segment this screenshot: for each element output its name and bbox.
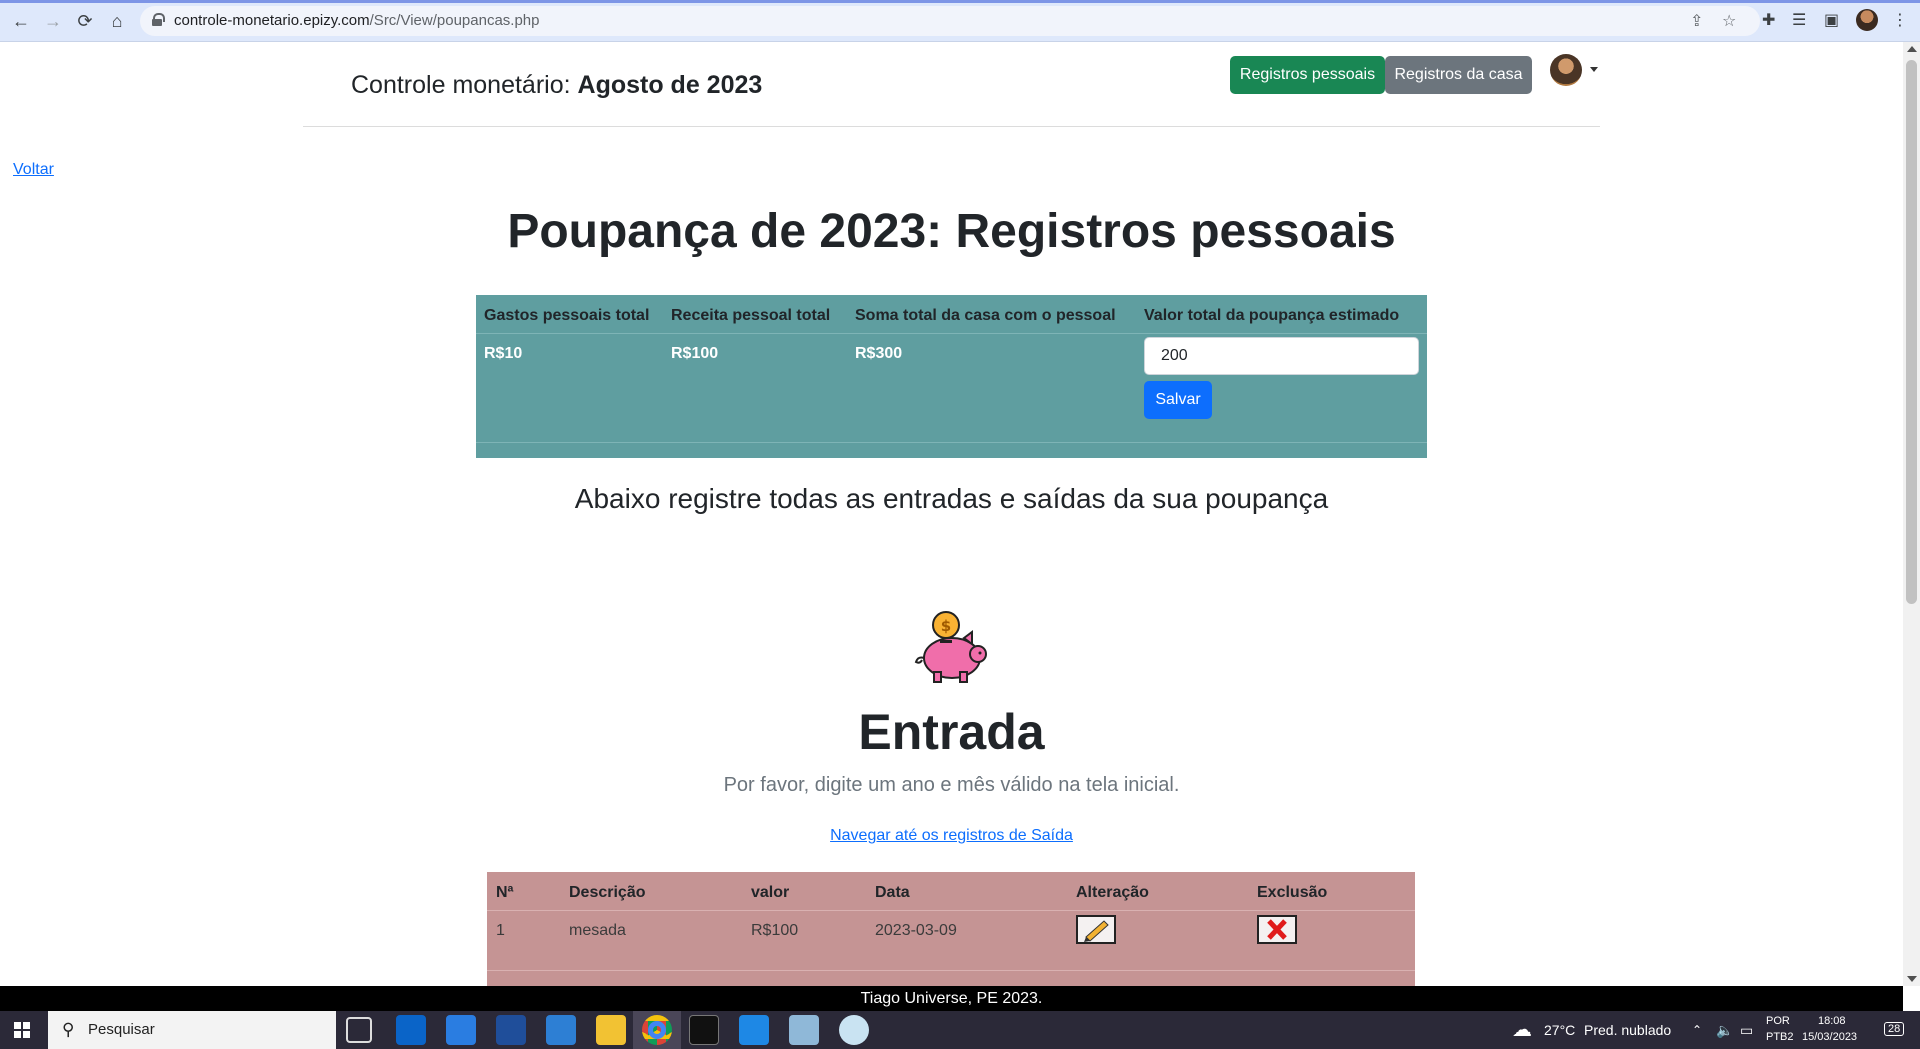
sharepoint-icon[interactable] xyxy=(446,1015,476,1045)
entry-row-descricao: mesada xyxy=(569,922,626,939)
svg-text:$: $ xyxy=(941,617,951,635)
browser-menu-icon[interactable]: ⋮ xyxy=(1892,10,1908,30)
task-view-icon[interactable] xyxy=(346,1017,372,1043)
weather-desc[interactable]: Pred. nublado xyxy=(1584,1011,1671,1049)
entries-row-divider xyxy=(487,970,1415,971)
media-queue-icon[interactable]: ☰ xyxy=(1792,10,1806,30)
paint-icon[interactable] xyxy=(839,1015,869,1045)
address-bar[interactable]: controle-monetario.epizy.com/Src/View/po… xyxy=(140,6,1760,36)
chevron-up-icon[interactable]: ⌃ xyxy=(1692,1011,1702,1049)
url-host: controle-monetario.epizy.com xyxy=(174,12,370,29)
terminal-icon[interactable] xyxy=(689,1015,719,1045)
pencil-icon xyxy=(1084,920,1109,942)
piggy-bank-icon: $ xyxy=(914,611,987,683)
url-path: /Src/View/poupancas.php xyxy=(369,12,540,29)
lock-icon xyxy=(152,13,165,26)
entries-header-data: Data xyxy=(875,884,910,901)
vscode-icon[interactable] xyxy=(739,1015,769,1045)
notification-badge[interactable]: 28 xyxy=(1884,1022,1905,1036)
scroll-down-icon[interactable] xyxy=(1907,976,1917,982)
active-tab-accent xyxy=(0,0,1920,3)
browser-profile-avatar[interactable] xyxy=(1856,9,1878,31)
notepad-icon[interactable] xyxy=(789,1015,819,1045)
page-content: Controle monetário: Agosto de 2023 Regis… xyxy=(0,42,1903,986)
side-panel-icon[interactable]: ▣ xyxy=(1824,10,1839,30)
entries-header-descricao: Descrição xyxy=(569,884,646,901)
page-footer: Tiago Universe, PE 2023. xyxy=(0,986,1903,1011)
summary-row-divider xyxy=(476,333,1427,334)
summary-header-expenses: Gastos pessoais total xyxy=(484,307,650,324)
reload-icon[interactable]: ⟳ xyxy=(74,10,96,32)
entries-header-valor: valor xyxy=(751,884,790,901)
nav-to-saida-link[interactable]: Navegar até os registros de Saída xyxy=(830,827,1073,844)
close-icon xyxy=(1267,919,1287,940)
user-avatar[interactable] xyxy=(1550,54,1582,86)
weather-cloud-icon: ☁ xyxy=(1512,1019,1532,1041)
section-subtitle: Abaixo registre todas as entradas e saíd… xyxy=(574,483,1329,514)
personal-records-button[interactable]: Registros pessoais xyxy=(1230,56,1385,94)
windows-taskbar: ⚲ Pesquisar ☁ 27°C Pred. nublado ⌃ 🔈 ▭ P… xyxy=(0,1011,1920,1049)
page-title: Poupança de 2023: Registros pessoais xyxy=(507,205,1396,258)
windows-start-icon[interactable] xyxy=(14,1022,30,1038)
input-language[interactable]: POR xyxy=(1766,1015,1790,1027)
taskbar-search[interactable]: ⚲ Pesquisar xyxy=(48,1011,336,1049)
entries-header-exclusao: Exclusão xyxy=(1257,884,1328,901)
network-icon[interactable]: ▭ xyxy=(1740,1011,1753,1049)
clock-time[interactable]: 18:08 xyxy=(1818,1015,1846,1027)
weather-temp[interactable]: 27°C xyxy=(1544,1011,1575,1049)
entries-header-n: Nª xyxy=(496,884,514,901)
forward-arrow-icon[interactable]: → xyxy=(42,10,64,32)
bookmark-star-icon[interactable]: ☆ xyxy=(1722,11,1736,31)
edit-button[interactable] xyxy=(1076,915,1116,944)
page-scrollbar[interactable] xyxy=(1903,42,1920,986)
back-arrow-icon[interactable]: ← xyxy=(10,10,32,32)
browser-toolbar: ← → ⟳ ⌂ controle-monetario.epizy.com/Src… xyxy=(0,0,1920,42)
entry-row-data: 2023-03-09 xyxy=(875,922,957,939)
share-icon[interactable]: ⇪ xyxy=(1690,11,1703,31)
chevron-down-icon[interactable] xyxy=(1590,67,1598,72)
remote-desktop-icon[interactable] xyxy=(496,1015,526,1045)
scroll-up-icon[interactable] xyxy=(1907,46,1917,52)
summary-total-value: R$300 xyxy=(855,345,903,362)
entry-heading: Entrada xyxy=(858,704,1045,760)
search-icon: ⚲ xyxy=(62,1020,75,1039)
entry-row-n: 1 xyxy=(496,922,505,939)
save-button[interactable]: Salvar xyxy=(1144,381,1212,419)
file-explorer-icon[interactable] xyxy=(596,1015,626,1045)
app-title-period: Agosto de 2023 xyxy=(577,71,763,99)
home-icon[interactable]: ⌂ xyxy=(106,10,128,32)
app-title-prefix: Controle monetário: xyxy=(351,71,578,99)
house-records-button[interactable]: Registros da casa xyxy=(1385,56,1532,94)
summary-header-total: Soma total da casa com o pessoal xyxy=(855,307,1116,324)
entries-header-alteracao: Alteração xyxy=(1076,884,1149,901)
extensions-puzzle-icon[interactable]: ✚ xyxy=(1762,10,1775,30)
summary-expenses-value: R$10 xyxy=(484,345,523,362)
scrollbar-thumb[interactable] xyxy=(1906,60,1917,604)
summary-bottom-divider xyxy=(476,442,1427,443)
store-icon[interactable] xyxy=(546,1015,576,1045)
estimate-input[interactable] xyxy=(1144,337,1419,375)
nav-to-saida-row: Navegar até os registros de Saída xyxy=(0,827,1903,845)
app-title: Controle monetário: Agosto de 2023 xyxy=(351,71,762,100)
summary-header-income: Receita pessoal total xyxy=(671,307,831,324)
taskbar-search-label: Pesquisar xyxy=(88,1021,155,1038)
summary-table: Gastos pessoais total Receita pessoal to… xyxy=(476,295,1427,458)
entry-row-valor: R$100 xyxy=(751,922,799,939)
delete-button[interactable] xyxy=(1257,915,1297,944)
clock-date[interactable]: 15/03/2023 xyxy=(1802,1031,1857,1043)
header-divider xyxy=(303,126,1600,127)
keyboard-layout[interactable]: PTB2 xyxy=(1766,1031,1794,1043)
chrome-icon[interactable] xyxy=(642,1015,672,1045)
summary-header-estimate: Valor total da poupança estimado xyxy=(1144,307,1400,324)
entry-message: Por favor, digite um ano e mês válido na… xyxy=(723,774,1180,796)
url-text[interactable]: controle-monetario.epizy.com/Src/View/po… xyxy=(174,12,539,29)
entries-header-divider xyxy=(487,910,1415,911)
volume-icon[interactable]: 🔈 xyxy=(1716,1011,1733,1049)
outlook-icon[interactable] xyxy=(396,1015,426,1045)
entries-table: Nª Descrição valor Data Alteração Exclus… xyxy=(487,872,1415,986)
back-link[interactable]: Voltar xyxy=(13,161,54,179)
summary-income-value: R$100 xyxy=(671,345,719,362)
